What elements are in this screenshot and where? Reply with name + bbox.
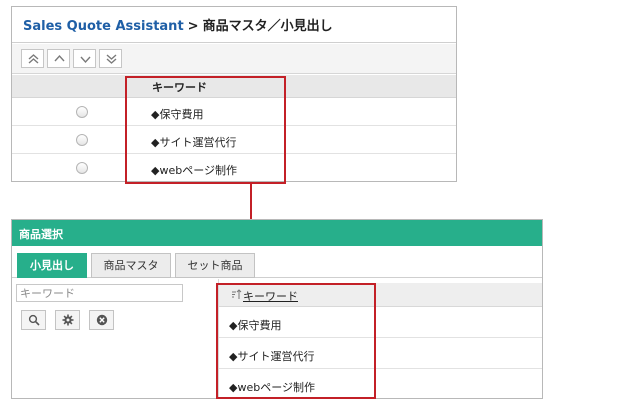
settings-button[interactable] <box>55 310 80 330</box>
double-chevron-up-icon <box>28 54 39 64</box>
keyword-column-header[interactable]: キーワード <box>243 288 298 304</box>
panel-header: 商品選択 <box>12 220 542 246</box>
gear-icon <box>62 314 74 326</box>
table-row[interactable]: ◆保守費用 <box>12 99 456 126</box>
list-item[interactable]: ◆サイト運営代行 <box>219 339 542 369</box>
move-up-button[interactable] <box>47 49 70 68</box>
row-radio[interactable] <box>76 134 88 146</box>
keyword-cell: ◆サイト運営代行 <box>151 136 237 149</box>
list-item[interactable]: ◆保守費用 <box>219 308 542 338</box>
search-button[interactable] <box>21 310 46 330</box>
breadcrumb-separator: > <box>187 19 199 34</box>
search-pane <box>12 279 216 398</box>
keyword-cell: ◆保守費用 <box>229 319 282 332</box>
tab-set-product[interactable]: セット商品 <box>175 253 255 278</box>
row-radio[interactable] <box>76 162 88 174</box>
keyword-cell: ◆webページ制作 <box>151 164 237 177</box>
sort-icon[interactable] <box>231 289 242 300</box>
breadcrumb: Sales Quote Assistant > 商品マスタ／小見出し <box>23 15 333 34</box>
top-header: Sales Quote Assistant > 商品マスタ／小見出し <box>12 7 456 43</box>
keyword-cell: ◆サイト運営代行 <box>229 350 315 363</box>
double-chevron-down-icon <box>106 54 117 64</box>
chevron-down-icon <box>80 56 91 64</box>
keyword-cell: ◆保守費用 <box>151 108 204 121</box>
chevron-up-icon <box>54 54 65 62</box>
breadcrumb-app-name[interactable]: Sales Quote Assistant <box>23 19 184 34</box>
keyword-cell: ◆webページ制作 <box>229 381 315 394</box>
move-down-button[interactable] <box>73 49 96 68</box>
close-circle-icon <box>96 314 108 326</box>
grid-header: キーワード <box>12 75 456 98</box>
row-radio[interactable] <box>76 106 88 118</box>
table-row[interactable]: ◆webページ制作 <box>12 155 456 181</box>
result-pane: キーワード ◆保守費用 ◆サイト運営代行 ◆webページ制作 <box>218 279 542 398</box>
panel-title: 商品選択 <box>19 228 63 241</box>
keyword-column-header[interactable]: キーワード <box>152 79 207 95</box>
grid-header: キーワード <box>219 283 542 307</box>
top-panel: Sales Quote Assistant > 商品マスタ／小見出し キーワード… <box>11 6 457 182</box>
tab-subheading[interactable]: 小見出し <box>17 253 87 278</box>
product-select-panel: 商品選択 小見出し 商品マスタ セット商品 キーワード キーワード ◆保守費用 … <box>11 219 543 399</box>
tab-product-master[interactable]: 商品マスタ <box>91 253 171 278</box>
row-order-toolbar <box>12 44 456 74</box>
move-to-top-button[interactable] <box>21 49 44 68</box>
clear-button[interactable] <box>89 310 114 330</box>
breadcrumb-page-title: 商品マスタ／小見出し <box>202 19 333 34</box>
table-row[interactable]: ◆サイト運営代行 <box>12 127 456 154</box>
tab-bar: 小見出し 商品マスタ セット商品 <box>12 246 542 278</box>
keyword-search-input[interactable] <box>16 284 183 302</box>
search-icon <box>28 314 40 326</box>
list-item[interactable]: ◆webページ制作 <box>219 370 542 398</box>
move-to-bottom-button[interactable] <box>99 49 122 68</box>
